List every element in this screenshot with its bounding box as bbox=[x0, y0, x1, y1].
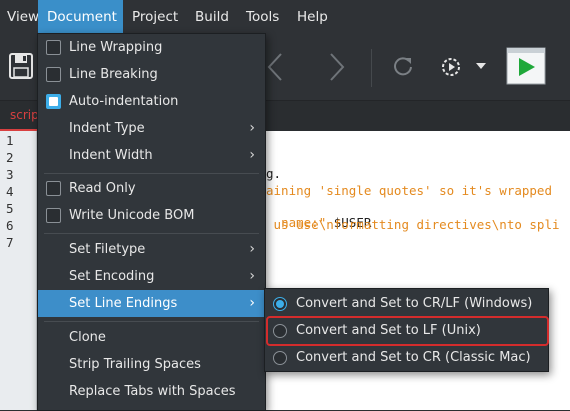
line-number: 1 bbox=[6, 133, 14, 148]
menu-item-auto-indentation[interactable]: Auto-indentation bbox=[38, 88, 265, 115]
back-icon[interactable] bbox=[264, 52, 286, 82]
checkbox-icon[interactable] bbox=[46, 208, 61, 223]
line-number: 7 bbox=[6, 235, 14, 250]
menu-item-label: Convert and Set to CR/LF (Windows) bbox=[296, 296, 533, 311]
menu-build[interactable]: Build bbox=[186, 0, 238, 35]
menu-document[interactable]: Document bbox=[38, 0, 123, 35]
menubar: View Document Project Build Tools Help bbox=[0, 0, 570, 35]
chevron-right-icon: › bbox=[249, 268, 255, 284]
chevron-right-icon: › bbox=[249, 120, 255, 136]
line-endings-submenu: Convert and Set to CR/LF (Windows) Conve… bbox=[264, 288, 549, 372]
menu-item-label: Line Breaking bbox=[69, 67, 158, 82]
chevron-right-icon: › bbox=[249, 295, 255, 311]
menu-item-label: Replace Tabs with Spaces bbox=[69, 384, 236, 399]
menu-item-label: Auto-indentation bbox=[69, 94, 179, 109]
checkbox-icon[interactable] bbox=[46, 40, 61, 55]
line-number: 3 bbox=[6, 167, 14, 182]
menu-item-label: Strip Trailing Spaces bbox=[69, 357, 201, 372]
code-line-6: us use\nformatting directives\nto spli bbox=[266, 217, 560, 232]
menu-item-replace-tabs-with-spaces[interactable]: Replace Tabs with Spaces bbox=[38, 378, 265, 405]
checkbox-checked-icon[interactable] bbox=[46, 94, 61, 109]
code-line-3: g. bbox=[266, 166, 282, 181]
code-line-4: aining 'single quotes' so it's wrapped bbox=[266, 183, 552, 198]
run-config-icon[interactable] bbox=[439, 55, 463, 79]
menu-item-read-only[interactable]: Read Only bbox=[38, 175, 265, 202]
menu-item-cr-classic-mac[interactable]: Convert and Set to CR (Classic Mac) bbox=[265, 344, 548, 371]
menu-item-label: Line Wrapping bbox=[69, 40, 163, 55]
menu-project[interactable]: Project bbox=[123, 0, 187, 35]
radio-selected-icon[interactable] bbox=[273, 297, 287, 311]
menu-item-indent-width[interactable]: Indent Width › bbox=[38, 142, 265, 169]
line-number: 4 bbox=[6, 184, 14, 199]
menu-item-label: Write Unicode BOM bbox=[69, 208, 195, 223]
menu-item-label: Convert and Set to CR (Classic Mac) bbox=[296, 350, 531, 365]
line-number-gutter: 1 2 3 4 5 6 7 bbox=[0, 131, 37, 410]
dropdown-icon[interactable] bbox=[474, 60, 488, 72]
line-number: 6 bbox=[6, 218, 14, 233]
document-menu: Line Wrapping Line Breaking Auto-indenta… bbox=[37, 33, 266, 411]
highlight-outline bbox=[266, 316, 549, 346]
menu-item-set-encoding[interactable]: Set Encoding › bbox=[38, 263, 265, 290]
radio-icon[interactable] bbox=[273, 351, 287, 365]
menu-item-strip-trailing-spaces[interactable]: Strip Trailing Spaces bbox=[38, 351, 265, 378]
line-number: 5 bbox=[6, 201, 14, 216]
menu-item-clone[interactable]: Clone bbox=[38, 324, 265, 351]
menu-item-line-wrapping[interactable]: Line Wrapping bbox=[38, 34, 265, 61]
menu-item-label: Set Filetype bbox=[69, 242, 146, 257]
menu-item-label: Indent Width bbox=[69, 148, 153, 163]
line-number: 2 bbox=[6, 150, 14, 165]
run-icon[interactable] bbox=[506, 47, 546, 85]
menu-tools[interactable]: Tools bbox=[237, 0, 288, 35]
toolbar-separator bbox=[371, 49, 372, 87]
menu-item-write-unicode-bom[interactable]: Write Unicode BOM bbox=[38, 202, 265, 229]
menu-item-crlf-windows[interactable]: Convert and Set to CR/LF (Windows) bbox=[265, 290, 548, 317]
menu-item-set-filetype[interactable]: Set Filetype › bbox=[38, 236, 265, 263]
menu-item-label: Indent Type bbox=[69, 121, 145, 136]
menu-item-line-breaking[interactable]: Line Breaking bbox=[38, 61, 265, 88]
menu-separator bbox=[44, 233, 259, 234]
chevron-right-icon: › bbox=[249, 147, 255, 163]
menu-item-label: Set Line Endings bbox=[69, 296, 178, 311]
menu-item-label: Read Only bbox=[69, 181, 136, 196]
menu-item-label: Clone bbox=[69, 330, 106, 345]
checkbox-icon[interactable] bbox=[46, 67, 61, 82]
menu-separator bbox=[44, 321, 259, 322]
forward-icon[interactable] bbox=[326, 52, 348, 82]
menu-separator bbox=[44, 173, 259, 174]
reload-icon[interactable] bbox=[392, 55, 414, 77]
menu-item-label: Set Encoding bbox=[69, 269, 155, 284]
chevron-right-icon: › bbox=[249, 241, 255, 257]
menu-item-indent-type[interactable]: Indent Type › bbox=[38, 115, 265, 142]
menu-help[interactable]: Help bbox=[288, 0, 337, 35]
checkbox-icon[interactable] bbox=[46, 181, 61, 196]
save-icon[interactable] bbox=[8, 52, 34, 80]
menu-item-set-line-endings[interactable]: Set Line Endings › bbox=[38, 290, 265, 317]
